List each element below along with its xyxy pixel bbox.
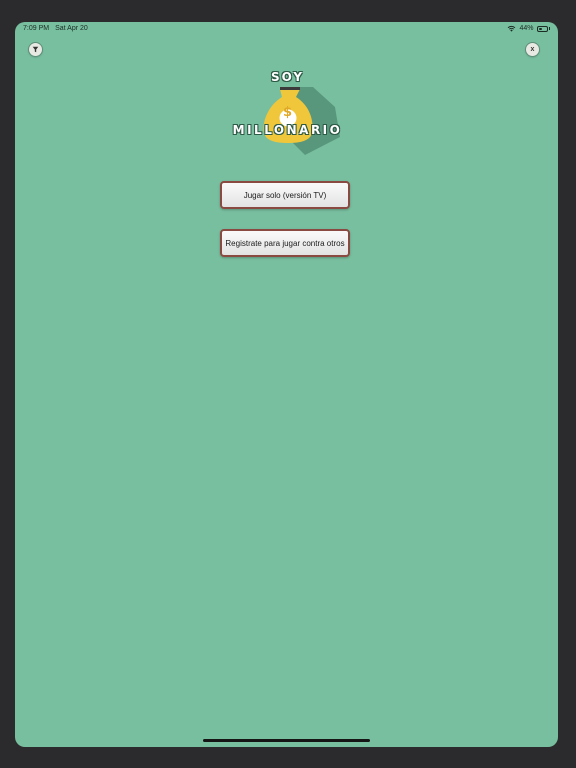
dollar-sign: $ — [283, 105, 293, 120]
register-label: Registrate para jugar contra otros — [225, 238, 345, 248]
app-screen: 7:09 PM Sat Apr 20 44% x $ SOY MILLONARI… — [15, 22, 558, 747]
logo-bottom-word: MILLONARIO — [232, 123, 343, 137]
close-icon: x — [530, 46, 535, 53]
device-frame: 7:09 PM Sat Apr 20 44% x $ SOY MILLONARI… — [0, 0, 576, 768]
home-indicator[interactable] — [203, 739, 370, 742]
battery-fill — [538, 27, 542, 30]
status-date: Sat Apr 20 — [55, 25, 88, 32]
logo-top-word: SOY — [270, 70, 305, 84]
battery-tip — [548, 27, 550, 30]
close-button[interactable]: x — [526, 43, 539, 56]
funnel-icon — [32, 46, 39, 53]
battery-icon — [536, 25, 548, 32]
register-button[interactable]: Registrate para jugar contra otros — [220, 229, 350, 257]
status-bar: 7:09 PM Sat Apr 20 44% — [15, 22, 558, 36]
wifi-icon — [508, 25, 516, 32]
battery-percent: 44% — [519, 25, 534, 32]
app-logo: $ SOY MILLONARIO — [230, 67, 345, 162]
status-right: 44% — [507, 25, 550, 32]
filter-button[interactable] — [29, 43, 42, 56]
play-solo-label: Jugar solo (versión TV) — [243, 190, 327, 200]
status-time: 7:09 PM — [23, 25, 50, 32]
play-solo-button[interactable]: Jugar solo (versión TV) — [220, 181, 350, 209]
status-left: 7:09 PM Sat Apr 20 — [23, 25, 88, 32]
